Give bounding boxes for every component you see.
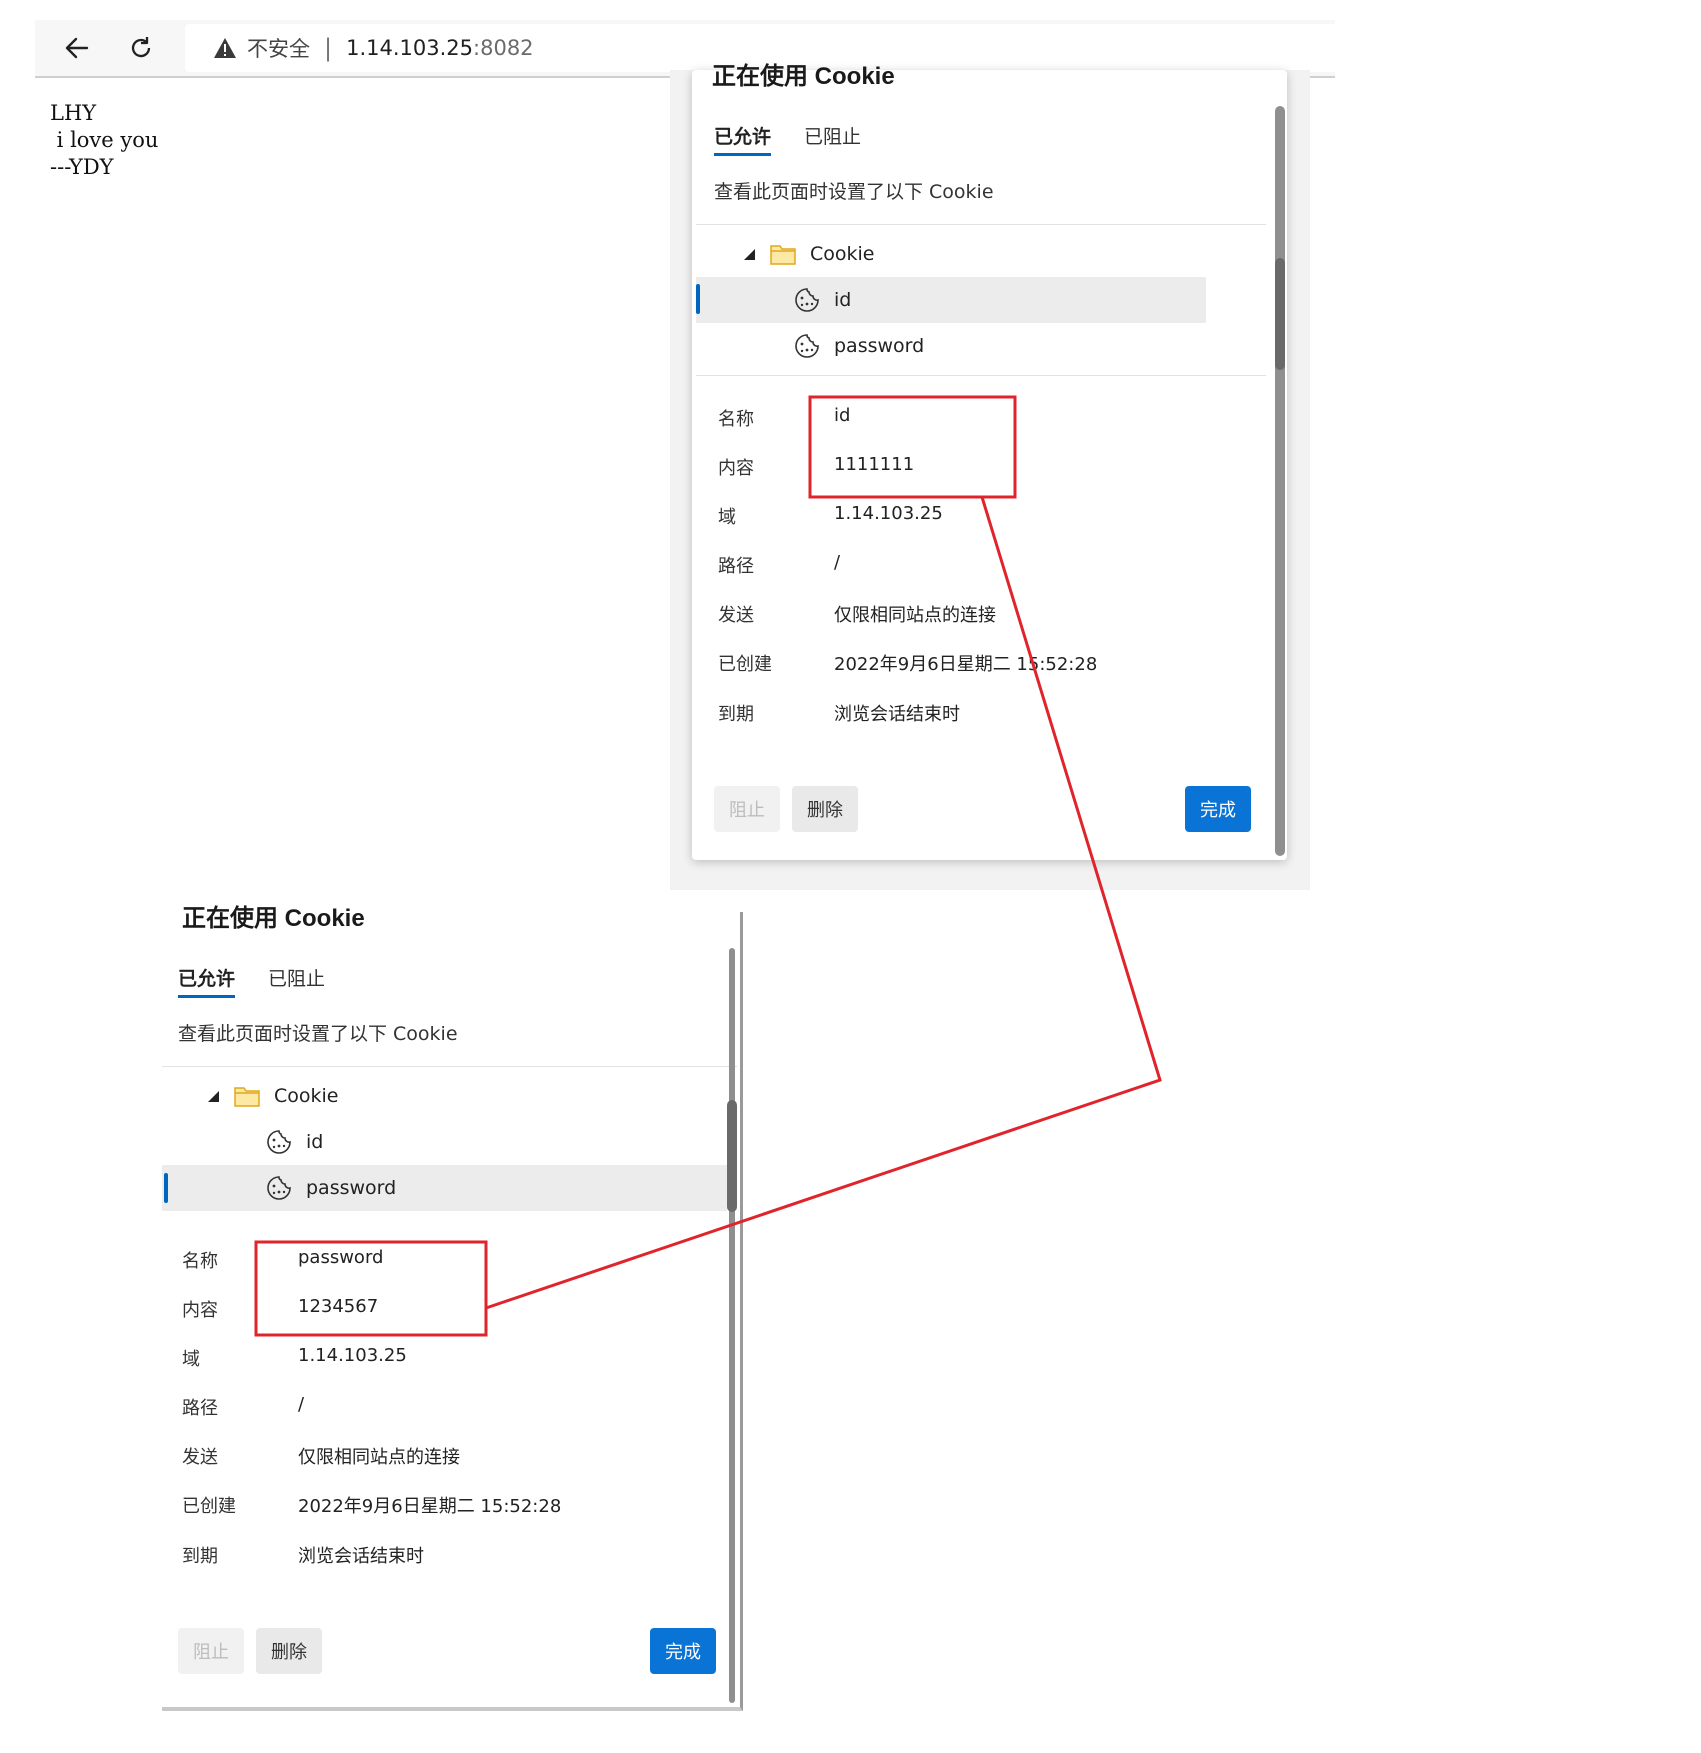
folder-icon: [234, 1087, 260, 1107]
divider: [162, 1066, 737, 1067]
created-label: 已创建: [182, 1496, 236, 1517]
cookie-dialog-top: 正在使用 Cookie 已允许 已阻止 查看此页面时设置了以下 Cookie C…: [692, 63, 1287, 860]
tree-folder-cookie[interactable]: Cookie: [162, 1073, 737, 1119]
expand-triangle-icon[interactable]: [742, 247, 756, 261]
scrollbar-thumb[interactable]: [727, 1100, 737, 1212]
path-label: 路径: [718, 556, 754, 577]
expires-label: 到期: [182, 1546, 218, 1567]
name-value: id: [834, 405, 851, 426]
expires-label: 到期: [718, 704, 754, 725]
expires-value: 浏览会话结束时: [834, 704, 960, 725]
selection-indicator: [164, 1173, 168, 1203]
folder-icon: [770, 245, 796, 265]
tab-allowed[interactable]: 已允许: [178, 964, 236, 998]
delete-button[interactable]: 删除: [256, 1628, 322, 1674]
scrollbar[interactable]: [1275, 106, 1285, 856]
cookie-icon: [267, 1176, 291, 1200]
send-label: 发送: [182, 1447, 218, 1468]
tree-folder-label: Cookie: [810, 243, 875, 265]
divider: [696, 375, 1266, 376]
tree-folder-label: Cookie: [274, 1085, 339, 1107]
cookie-icon: [795, 288, 819, 312]
back-button[interactable]: [57, 28, 97, 68]
tree-item-password[interactable]: password: [696, 323, 1206, 369]
back-arrow-icon: [65, 37, 89, 59]
tree-item-id[interactable]: id: [696, 277, 1206, 323]
send-label: 发送: [718, 605, 754, 626]
path-label: 路径: [182, 1398, 218, 1419]
domain-label: 域: [718, 507, 736, 528]
expires-value: 浏览会话结束时: [298, 1546, 424, 1567]
warning-icon[interactable]: [213, 37, 237, 59]
send-value: 仅限相同站点的连接: [834, 605, 996, 626]
tab-allowed[interactable]: 已允许: [714, 122, 772, 156]
content-label: 内容: [182, 1300, 218, 1321]
tab-blocked[interactable]: 已阻止: [268, 964, 325, 991]
page-line: i love you: [50, 128, 159, 152]
cookie-icon: [267, 1130, 291, 1154]
tree-item-label: password: [306, 1177, 397, 1199]
tree-folder-cookie[interactable]: Cookie: [696, 231, 1266, 277]
created-label: 已创建: [718, 654, 772, 675]
tab-blocked[interactable]: 已阻止: [804, 122, 861, 149]
domain-value: 1.14.103.25: [298, 1345, 407, 1366]
delete-button[interactable]: 删除: [792, 786, 858, 832]
path-value: /: [298, 1394, 305, 1415]
page-line: ---YDY: [50, 155, 114, 179]
content-label: 内容: [718, 458, 754, 479]
name-value: password: [298, 1247, 384, 1268]
url-separator: |: [324, 34, 333, 62]
dialog-description: 查看此页面时设置了以下 Cookie: [714, 181, 994, 203]
page-text: LHY i love you ---YDY: [50, 100, 158, 181]
created-value: 2022年9月6日星期二 15:52:28: [298, 1496, 562, 1517]
block-button[interactable]: 阻止: [178, 1628, 244, 1674]
reload-button[interactable]: [121, 28, 161, 68]
name-label: 名称: [718, 409, 754, 430]
name-label: 名称: [182, 1251, 218, 1272]
scrollbar-thumb[interactable]: [1275, 258, 1285, 370]
cookie-dialog-bottom: 正在使用 Cookie 已允许 已阻止 查看此页面时设置了以下 Cookie C…: [162, 905, 743, 1711]
done-button[interactable]: 完成: [650, 1628, 716, 1674]
domain-value: 1.14.103.25: [834, 503, 943, 524]
tree-item-id[interactable]: id: [162, 1119, 727, 1165]
url-host: 1.14.103.25: [346, 36, 474, 60]
tree-item-password[interactable]: password: [162, 1165, 727, 1211]
security-status[interactable]: 不安全: [247, 33, 310, 63]
dialog-title: 正在使用 Cookie: [182, 905, 365, 932]
block-button[interactable]: 阻止: [714, 786, 780, 832]
reload-icon: [131, 37, 151, 58]
url-port: :8082: [473, 36, 534, 60]
send-value: 仅限相同站点的连接: [298, 1447, 460, 1468]
tree-item-label: id: [834, 289, 852, 311]
created-value: 2022年9月6日星期二 15:52:28: [834, 654, 1098, 675]
tree-item-label: password: [834, 335, 925, 357]
content-value: 1234567: [298, 1296, 379, 1317]
path-value: /: [834, 552, 841, 573]
divider: [696, 224, 1266, 225]
scrollbar[interactable]: [729, 948, 735, 1703]
selection-indicator: [696, 284, 700, 314]
domain-label: 域: [182, 1349, 200, 1370]
content-value: 1111111: [834, 454, 915, 475]
dialog-description: 查看此页面时设置了以下 Cookie: [178, 1023, 458, 1045]
done-button[interactable]: 完成: [1185, 786, 1251, 832]
page-line: LHY: [50, 101, 97, 125]
cookie-icon: [795, 334, 819, 358]
expand-triangle-icon[interactable]: [206, 1089, 220, 1103]
dialog-title: 正在使用 Cookie: [712, 63, 895, 90]
tree-item-label: id: [306, 1131, 324, 1153]
